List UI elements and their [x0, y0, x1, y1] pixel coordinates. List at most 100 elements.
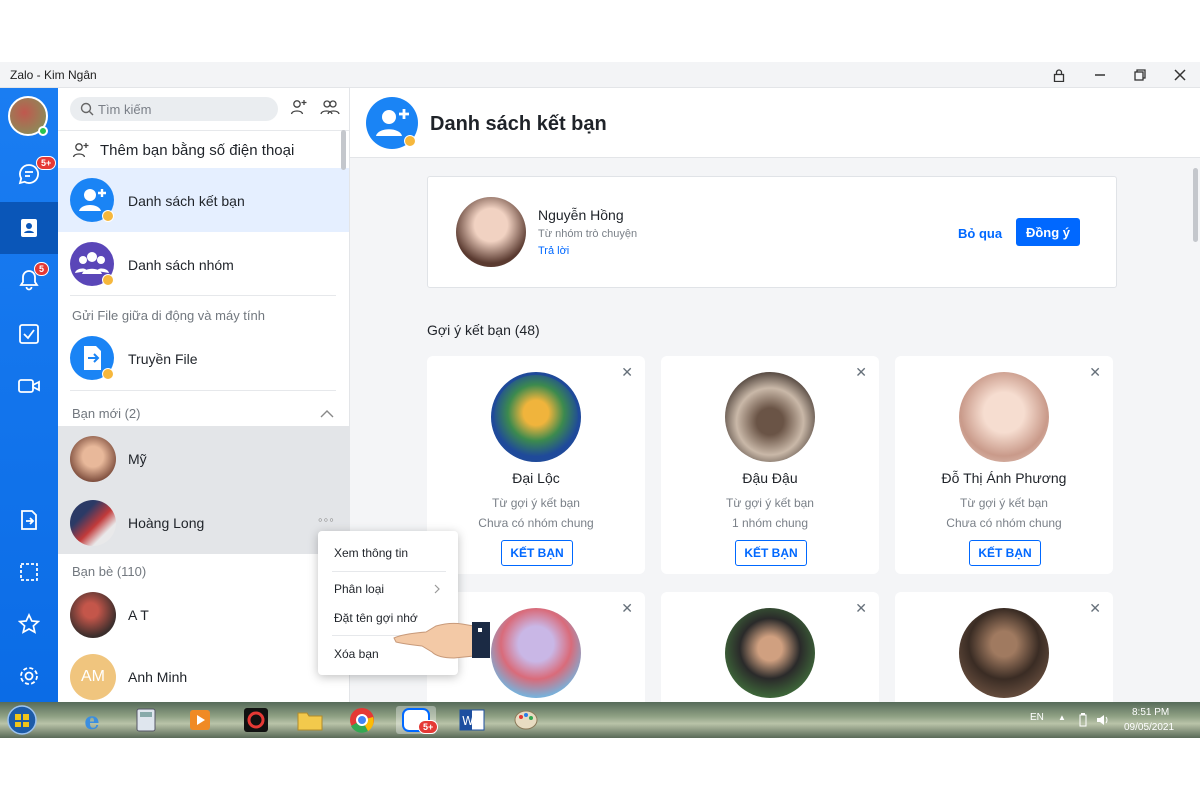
scrollbar[interactable]	[341, 130, 346, 170]
checkbox-icon	[19, 324, 39, 344]
clock-date[interactable]: 09/05/2021	[1124, 722, 1174, 733]
nav-settings-button[interactable]	[0, 650, 58, 702]
add-by-phone-item[interactable]: Thêm bạn bằng số điện thoại	[58, 130, 349, 168]
request-name: Nguyễn Hồng	[538, 207, 624, 223]
chrome-icon[interactable]	[342, 706, 382, 734]
nav-video-button[interactable]	[0, 360, 58, 412]
nav-contacts-button[interactable]	[0, 202, 58, 254]
chevron-up-icon[interactable]	[320, 410, 334, 418]
list-item[interactable]: Hoàng Long ◦◦◦	[58, 490, 349, 554]
system-tray: EN ▲ 8:51 PM 09/05/2021	[1000, 702, 1200, 738]
suggestion-groups: Chưa có nhóm chung	[478, 516, 594, 530]
main-header: Danh sách kết bạn	[350, 88, 1200, 158]
avatar	[725, 608, 815, 698]
clock-time[interactable]: 8:51 PM	[1132, 707, 1169, 718]
contact-name: Anh Minh	[128, 669, 188, 685]
dismiss-icon[interactable]: ✕	[621, 364, 633, 381]
nav-star-button[interactable]	[0, 598, 58, 650]
transfer-file-avatar	[70, 336, 114, 380]
gear-icon	[20, 667, 38, 685]
contacts-panel: Tìm kiếm Thêm bạn bằng số điện thoại Dan…	[58, 88, 350, 702]
taskbar: e 5+ W EN ▲ 8:51 PM 09/05/2021	[0, 702, 1200, 738]
word-icon[interactable]: W	[452, 706, 492, 734]
avatar	[491, 608, 581, 698]
suggestion-name: Đậu Đậu	[742, 470, 798, 486]
nav-sidebar: 5+ 5	[0, 88, 58, 702]
search-placeholder: Tìm kiếm	[98, 102, 152, 117]
folder-icon[interactable]	[290, 706, 330, 734]
accept-button[interactable]: Đồng ý	[1016, 218, 1080, 246]
dismiss-icon[interactable]: ✕	[1089, 600, 1101, 617]
lock-icon[interactable]	[1049, 65, 1069, 85]
add-by-phone-label: Thêm bạn bằng số điện thoại	[100, 142, 295, 159]
view-info-menu-item[interactable]: Xem thông tin	[334, 546, 408, 560]
tray-expand-icon[interactable]: ▲	[1058, 713, 1066, 722]
chevron-right-icon	[434, 584, 440, 594]
search-icon	[80, 102, 94, 116]
suggestion-name: Đại Lộc	[512, 470, 560, 486]
file-icon	[21, 510, 37, 530]
skip-button[interactable]: Bỏ qua	[958, 226, 1002, 241]
dismiss-icon[interactable]: ✕	[1089, 364, 1101, 381]
volume-icon[interactable]	[1096, 713, 1110, 727]
verified-icon	[102, 368, 114, 380]
create-group-icon[interactable]	[320, 98, 340, 121]
delete-friend-menu-item[interactable]: Xóa bạn	[334, 647, 379, 661]
battery-icon[interactable]	[1078, 713, 1088, 727]
nav-messages-button[interactable]: 5+	[0, 148, 58, 200]
paint-icon[interactable]	[506, 706, 546, 734]
zalo-taskbar-badge: 5+	[418, 720, 439, 734]
contact-name: Mỹ	[128, 451, 147, 467]
language-indicator[interactable]: EN	[1030, 712, 1044, 723]
minimize-icon[interactable]	[1090, 65, 1110, 85]
online-status-dot	[38, 126, 48, 136]
avatar[interactable]	[8, 96, 48, 136]
nav-notifications-button[interactable]: 5	[0, 254, 58, 306]
avatar-initials: AM	[70, 654, 116, 700]
list-item[interactable]: AM Anh Minh	[58, 646, 349, 702]
main-panel: Danh sách kết bạn Nguyễn Hồng Từ nhóm tr…	[350, 88, 1200, 702]
garena-icon[interactable]	[236, 706, 276, 734]
ie-icon[interactable]: e	[72, 706, 112, 735]
notify-badge: 5	[34, 262, 50, 276]
suggestion-source: Từ gợi ý kết bạn	[726, 496, 814, 510]
contact-name: A T	[128, 607, 149, 623]
group-list-item[interactable]: Danh sách nhóm	[58, 232, 349, 296]
start-button[interactable]	[4, 704, 40, 736]
dismiss-icon[interactable]: ✕	[621, 600, 633, 617]
request-source: Từ nhóm trò chuyện	[538, 228, 638, 240]
more-options-icon[interactable]: ◦◦◦	[318, 512, 335, 527]
suggestion-card: ✕ Đậu Đậu Từ gợi ý kết bạn 1 nhóm chung …	[661, 356, 879, 574]
scrollbar[interactable]	[1193, 168, 1198, 242]
suggestion-card: ✕ Đỗ Thị Ánh Phương Từ gợi ý kết bạn Chư…	[895, 356, 1113, 574]
suggestion-source: Từ gợi ý kết bạn	[492, 496, 580, 510]
calculator-icon[interactable]	[126, 706, 166, 734]
reply-link[interactable]: Trả lời	[538, 245, 569, 257]
search-input[interactable]: Tìm kiếm	[70, 97, 278, 121]
dismiss-icon[interactable]: ✕	[855, 600, 867, 617]
list-item[interactable]: Mỹ	[58, 426, 349, 490]
add-friend-icon[interactable]	[290, 98, 308, 121]
zalo-taskbar-icon[interactable]: 5+	[396, 706, 439, 734]
friend-requests-item[interactable]: Danh sách kết bạn	[58, 168, 349, 232]
avatar	[70, 436, 116, 482]
divider	[70, 295, 336, 296]
avatar	[959, 608, 1049, 698]
close-icon[interactable]	[1170, 65, 1190, 85]
restore-icon[interactable]	[1130, 65, 1150, 85]
media-player-icon[interactable]	[180, 706, 220, 734]
nav-screenshot-button[interactable]	[0, 546, 58, 598]
nav-file-button[interactable]	[0, 494, 58, 546]
new-friends-section-title: Bạn mới (2)	[72, 406, 141, 421]
nav-todo-button[interactable]	[0, 308, 58, 360]
add-friend-button[interactable]: KẾT BẠN	[501, 540, 573, 566]
list-item[interactable]: A T	[58, 584, 349, 646]
transfer-file-label: Truyền File	[128, 351, 198, 367]
classify-menu-item[interactable]: Phân loại	[334, 582, 384, 596]
friend-requests-label: Danh sách kết bạn	[128, 193, 245, 209]
add-friend-button[interactable]: KẾT BẠN	[969, 540, 1041, 566]
suggestion-card: ✕ Đại Lộc Từ gợi ý kết bạn Chưa có nhóm …	[427, 356, 645, 574]
transfer-file-item[interactable]: Truyền File	[58, 328, 349, 390]
dismiss-icon[interactable]: ✕	[855, 364, 867, 381]
add-friend-button[interactable]: KẾT BẠN	[735, 540, 807, 566]
